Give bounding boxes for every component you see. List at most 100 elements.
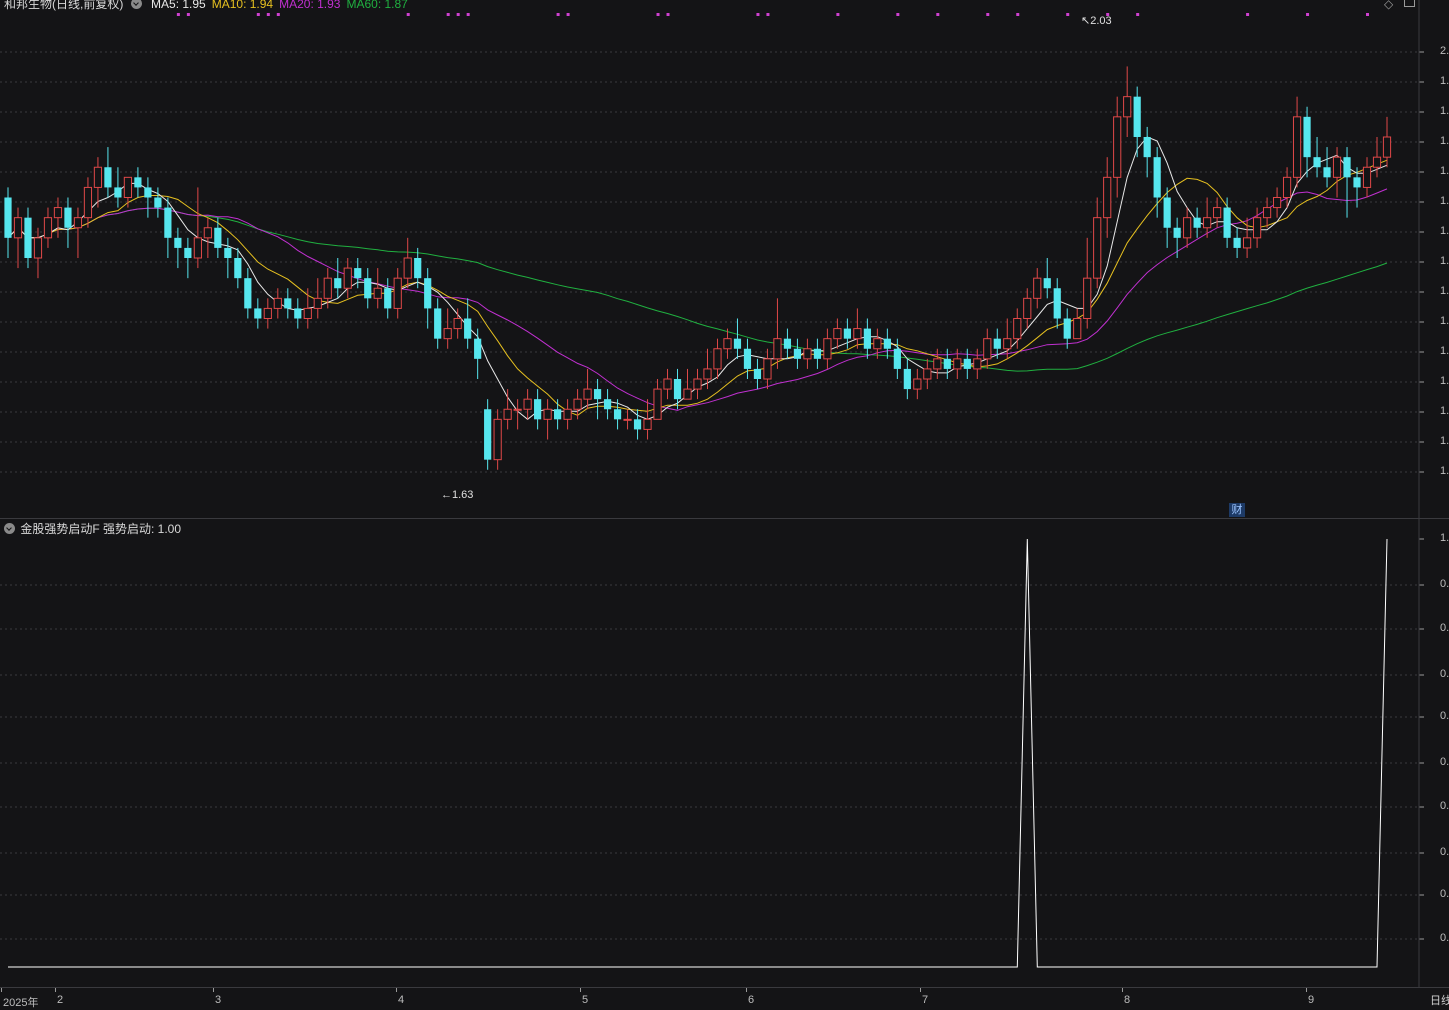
signal-dot [896, 13, 900, 16]
price-axis-label: 1. [1440, 255, 1449, 267]
candle-body-down [633, 419, 642, 430]
time-axis-tick [1, 988, 2, 992]
candle-body-up [1382, 136, 1392, 158]
price-axis-label: 1. [1440, 405, 1449, 417]
candle-body-down [1353, 177, 1361, 188]
candle-body-down [114, 187, 122, 198]
candle-body-down [903, 368, 911, 390]
indicator-axis-label: 0. [1440, 846, 1449, 858]
candle-body-up [973, 358, 982, 370]
candle-body-down [534, 399, 542, 420]
left-arrow-icon: ← [441, 489, 452, 501]
ma-indicator-1[interactable]: MA10: 1.94 [212, 0, 273, 11]
ma-indicator-list: MA5: 1.95 MA10: 1.94 MA20: 1.93 MA60: 1.87 [145, 0, 408, 11]
signal-dot [1246, 13, 1250, 16]
candle-body-up [773, 338, 782, 360]
indicator-axis-label: 0. [1440, 710, 1449, 722]
candle-body-down [783, 338, 792, 349]
signal-dot [256, 13, 260, 16]
candle-body-up [663, 378, 672, 390]
signal-dot [1136, 13, 1140, 16]
candle-body-up [873, 338, 882, 350]
candle-body-down [673, 379, 682, 400]
candle-body-up [443, 328, 452, 340]
time-axis-tick [213, 988, 214, 992]
candle-body-down [1223, 207, 1231, 238]
candle-body-up [373, 287, 382, 299]
candle-body-up [403, 257, 412, 279]
time-axis-label: 9 [1308, 994, 1315, 1006]
candle-body-down [1053, 288, 1061, 319]
indicator-axis-label: 0. [1440, 756, 1449, 768]
signal-dot [406, 13, 410, 16]
candle-body-up [1372, 156, 1382, 168]
candle-body-up [1073, 318, 1082, 340]
indicator-axis-label: 0. [1440, 932, 1449, 944]
candle-body-down [234, 258, 242, 279]
period-button[interactable]: 日线 [1430, 992, 1449, 1008]
candle-body-down [424, 278, 432, 309]
price-axis-label: 1. [1440, 465, 1449, 477]
candle-body-up [583, 388, 592, 400]
candle-body-down [613, 409, 622, 420]
candle-body-down [883, 338, 891, 349]
candle-body-up [1332, 156, 1342, 178]
signal-dot [1016, 13, 1020, 16]
candle-body-down [993, 338, 1001, 349]
diamond-icon[interactable]: ◇ [1384, 0, 1393, 11]
candle-body-up [1262, 207, 1272, 219]
financial-report-badge[interactable]: 财 [1229, 503, 1245, 517]
time-axis: 2025年 2 3 4 5 6 7 8 9 [0, 988, 1419, 1009]
ma-indicator-2[interactable]: MA20: 1.93 [279, 0, 340, 11]
candle-body-up [43, 217, 53, 239]
candle-body-down [843, 328, 851, 339]
chevron-down-icon[interactable] [4, 523, 15, 534]
candle-body-up [1272, 197, 1282, 209]
candle-body-down [4, 197, 12, 238]
candle-body-down [1303, 116, 1311, 158]
price-axis-label: 1. [1440, 315, 1449, 327]
time-axis-tick [396, 988, 397, 992]
stock-label[interactable]: 和邦生物(日线,前复权) [4, 0, 123, 11]
candle-body-down [1153, 157, 1161, 198]
candle-body-down [593, 389, 602, 400]
signal-dot [186, 13, 190, 16]
ma-indicator-0[interactable]: MA5: 1.95 [151, 0, 206, 11]
candle-body-down [174, 237, 182, 248]
candle-body-down [134, 177, 142, 188]
candle-body-up [693, 378, 702, 390]
candle-body-down [294, 308, 302, 319]
candle-body-down [733, 338, 742, 349]
price-chart[interactable] [0, 0, 1449, 518]
indicator-label[interactable]: 金股强势启动F 强势启动: 1.00 [20, 522, 181, 536]
time-axis-label: 4 [398, 994, 405, 1006]
indicator-chart[interactable] [0, 519, 1449, 987]
candle-body-up [203, 227, 212, 239]
restore-icon[interactable] [1404, 0, 1415, 7]
candle-body-down [1133, 96, 1141, 137]
signal-dot [446, 13, 450, 16]
candle-body-down [144, 187, 152, 198]
candle-body-down [753, 368, 762, 379]
candle-body-down [384, 288, 392, 309]
candle-body-up [263, 307, 272, 319]
candle-body-down [1173, 227, 1181, 238]
time-axis-label: 5 [582, 994, 589, 1006]
candle-body-down [963, 358, 971, 369]
ma-indicator-3[interactable]: MA60: 1.87 [346, 0, 407, 11]
time-axis-label: 7 [922, 994, 929, 1006]
indicator-axis-label: 0. [1440, 668, 1449, 680]
price-axis-label: 1. [1440, 345, 1449, 357]
candle-body-down [1143, 137, 1151, 158]
candle-body-up [823, 338, 832, 360]
candle-body-up [1113, 116, 1122, 178]
candle-body-up [1203, 217, 1212, 229]
candle-body-up [653, 388, 662, 420]
candle-body-up [803, 348, 812, 360]
price-axis-label: 1. [1440, 375, 1449, 387]
time-axis-label: 3 [215, 994, 222, 1006]
chevron-down-icon[interactable] [130, 0, 142, 9]
indicator-line [8, 538, 1388, 968]
candle-body-down [64, 207, 72, 228]
candle-body-up [563, 408, 572, 420]
